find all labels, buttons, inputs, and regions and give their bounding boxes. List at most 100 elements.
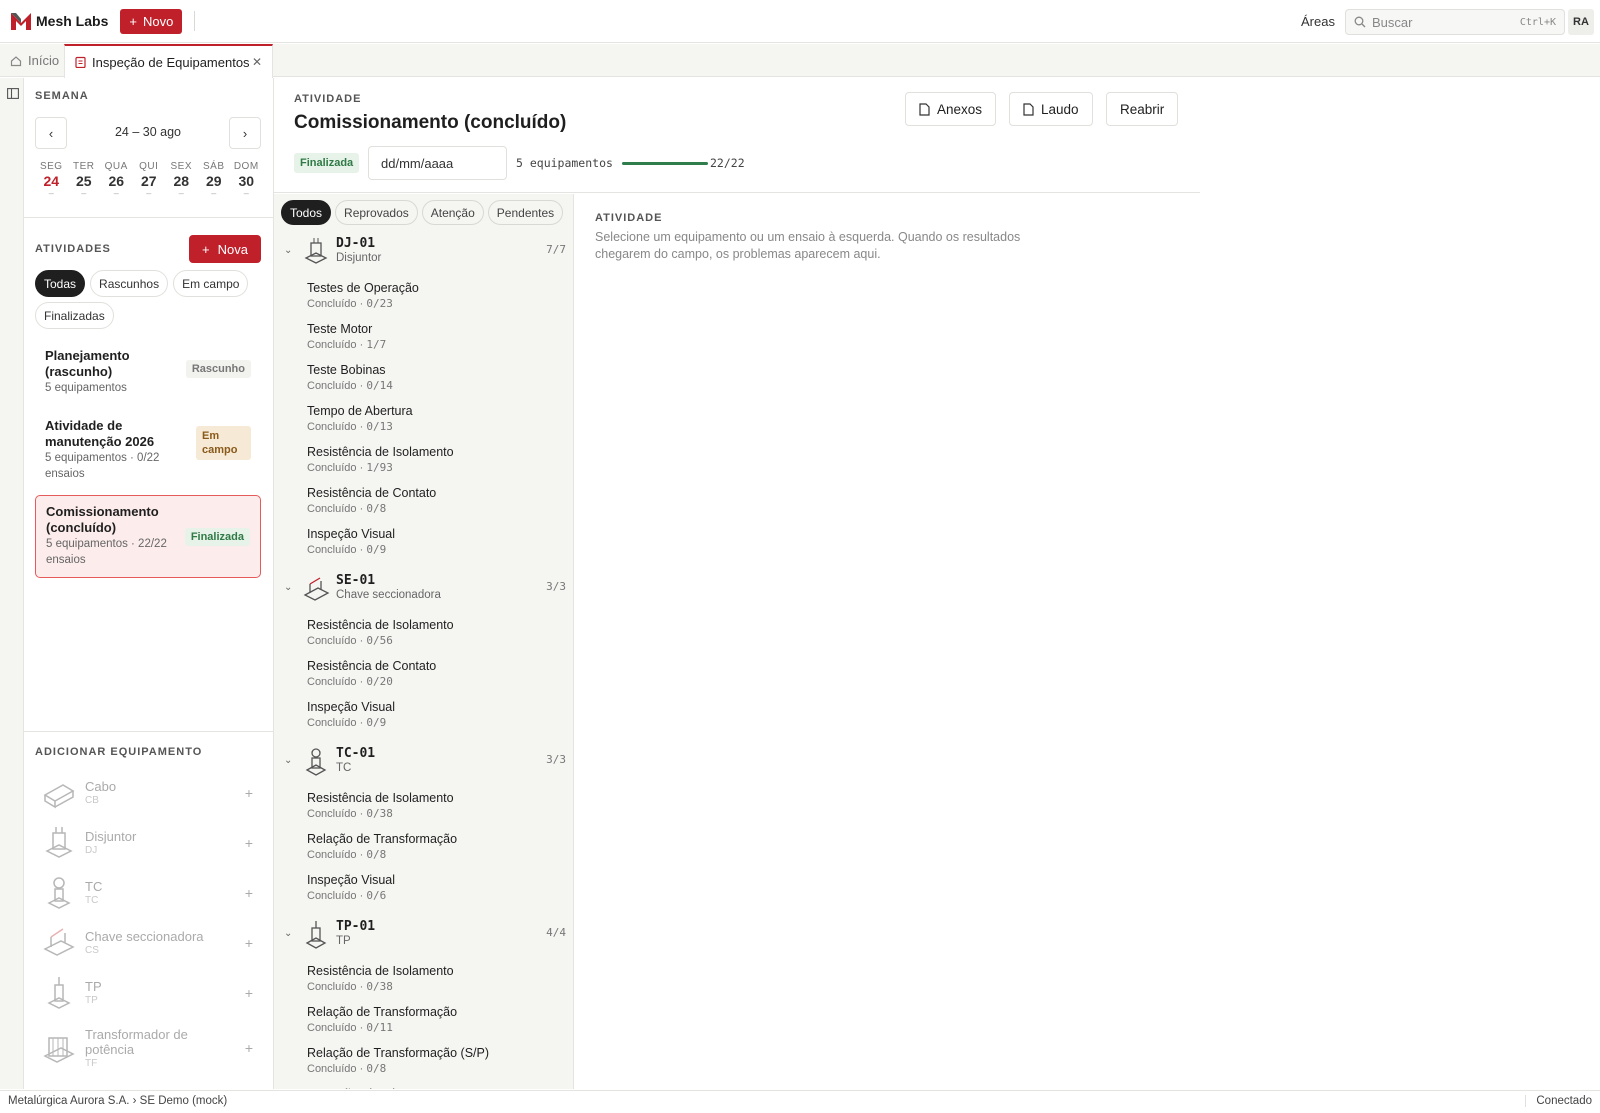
plus-icon[interactable]: + <box>245 785 253 801</box>
new-activity-button[interactable]: + Nova <box>189 235 261 263</box>
plus-icon[interactable]: + <box>245 1040 253 1056</box>
day-cell[interactable]: DOM 30– <box>230 161 263 198</box>
day-cell[interactable]: SEG 24– <box>35 161 68 198</box>
test-status: Concluído · 0/8 <box>307 502 387 515</box>
day-cell[interactable]: QUA 26– <box>100 161 133 198</box>
test-item[interactable]: Resistência de Isolamento Concluído · 0/3… <box>274 790 573 831</box>
search-input[interactable]: Buscar Ctrl+K <box>1345 9 1565 35</box>
areas-link[interactable]: Áreas <box>1301 14 1335 29</box>
activity-card[interactable]: Planejamento (rascunho) 5 equipamentos R… <box>35 340 261 404</box>
filter-rascunhos[interactable]: Rascunhos <box>90 270 169 297</box>
panel-toggle-icon[interactable] <box>7 88 19 99</box>
test-item[interactable]: Testes de Operação Concluído · 0/23 <box>274 280 573 321</box>
day-number: 27 <box>140 173 157 189</box>
filter-em-campo[interactable]: Em campo <box>173 270 249 297</box>
logo[interactable]: Mesh Labs <box>10 11 108 31</box>
next-week-button[interactable]: › <box>229 117 261 149</box>
close-icon[interactable]: ✕ <box>252 55 262 69</box>
day-marker: – <box>243 188 249 198</box>
test-item[interactable]: Resistência de Isolamento Concluído · 0/5… <box>274 617 573 658</box>
user-avatar[interactable]: RA <box>1568 9 1594 35</box>
test-item[interactable]: Inspeção Visual Concluído · 0/6 <box>274 872 573 913</box>
test-item[interactable]: Inspeção Visual Concluído · 0/9 <box>274 699 573 740</box>
filter-finalizadas[interactable]: Finalizadas <box>35 302 114 329</box>
test-name: Tempo de Abertura <box>307 404 413 418</box>
test-item[interactable]: Relação de Transformação (S/P) Concluído … <box>274 1045 573 1086</box>
day-cell[interactable]: TER 25– <box>68 161 101 198</box>
test-status-label: Concluído <box>307 1063 357 1075</box>
equipment-group-header[interactable]: ⌄ TP-01 TP 4/4 <box>274 919 573 963</box>
test-status: Concluído · 0/6 <box>307 889 387 902</box>
divider <box>24 731 274 732</box>
chevron-down-icon[interactable]: ⌄ <box>284 755 292 766</box>
new-button[interactable]: + Novo <box>120 8 183 34</box>
top-bar: Mesh Labs + Novo Áreas Buscar Ctrl+K RA <box>0 0 1600 43</box>
chevron-down-icon[interactable]: ⌄ <box>284 928 292 939</box>
day-marker: – <box>178 188 184 198</box>
filter-reprovados[interactable]: Reprovados <box>335 200 418 225</box>
test-item[interactable]: Relação de Transformação Concluído · 0/11 <box>274 1004 573 1045</box>
test-item[interactable]: Relação de Transformação Concluído · 0/8 <box>274 831 573 872</box>
test-item[interactable]: Inspeção Visual Concluído · 0/9 <box>274 526 573 567</box>
plus-icon[interactable]: + <box>245 935 253 951</box>
attachments-button[interactable]: Anexos <box>905 92 997 126</box>
equipment-group-header[interactable]: ⌄ TC-01 TC 3/3 <box>274 746 573 790</box>
report-button[interactable]: Laudo <box>1009 92 1093 126</box>
test-item[interactable]: Resistência de Contato Concluído · 0/8 <box>274 485 573 526</box>
test-item[interactable]: Tempo de Abertura Concluído · 0/13 <box>274 403 573 444</box>
current-transformer-icon <box>47 876 71 909</box>
test-name: Relação de Transformação (S/P) <box>307 1046 490 1060</box>
equipment-icon <box>305 748 327 776</box>
test-name: Teste Bobinas <box>307 363 386 377</box>
chevron-down-icon[interactable]: ⌄ <box>284 582 292 593</box>
day-name: QUI <box>139 161 159 172</box>
test-item[interactable]: Teste Bobinas Concluído · 0/14 <box>274 362 573 403</box>
plus-icon[interactable]: + <box>245 985 253 1001</box>
attachments-label: Anexos <box>937 101 983 117</box>
day-cell[interactable]: QUI 27– <box>133 161 166 198</box>
day-marker: – <box>48 188 54 198</box>
test-name: Resistência de Isolamento <box>307 791 454 805</box>
status-badge: Em campo <box>196 426 251 460</box>
tab-home[interactable]: Início <box>10 44 59 77</box>
add-equipment-item[interactable]: TP TP + <box>35 970 261 1015</box>
filter-todos[interactable]: Todos <box>281 200 332 225</box>
activity-subtitle: 5 equipamentos · 0/22 ensaios <box>45 452 160 480</box>
test-item[interactable]: Resistência de Isolamento Concluído · 0/3… <box>274 963 573 1004</box>
test-item[interactable]: Resistência de Contato Concluído · 0/20 <box>274 658 573 699</box>
filter-pendentes[interactable]: Pendentes <box>487 200 564 225</box>
add-equipment-item[interactable]: Disjuntor DJ + <box>35 820 261 865</box>
reopen-button[interactable]: Reabrir <box>1106 92 1179 126</box>
test-status: Concluído · 0/38 <box>307 807 393 820</box>
day-name: TER <box>73 161 95 172</box>
activity-card[interactable]: Atividade de manutenção 2026 5 equipamen… <box>35 410 261 490</box>
day-cell[interactable]: SÁB 29– <box>198 161 231 198</box>
tab-inspection[interactable]: Inspeção de Equipamentos ✕ <box>64 44 273 78</box>
activity-title: Atividade de manutenção 2026 <box>45 418 155 449</box>
equipment-group-header[interactable]: ⌄ SE-01 Chave seccionadora 3/3 <box>274 573 573 617</box>
day-marker: – <box>81 188 87 198</box>
test-item[interactable]: Inspeção VisualConcluído <box>274 1086 573 1089</box>
day-cell[interactable]: SEX 28– <box>165 161 198 198</box>
detail-message: Selecione um equipamento ou um ensaio à … <box>595 230 1021 261</box>
filter-atencao[interactable]: Atenção <box>421 200 484 225</box>
add-equipment-item[interactable]: Cabo CB + <box>35 770 261 815</box>
add-equipment-item[interactable]: Chave seccionadora CS + <box>35 920 261 965</box>
test-status: Concluído · 1/93 <box>307 461 393 474</box>
filter-todas[interactable]: Todas <box>35 270 86 297</box>
week-days: SEG 24– TER 25– QUA 26– QUI 27– SEX 28– SÁB 29… <box>35 161 265 198</box>
equipment-group-header[interactable]: ⌄ DJ-01 Disjuntor 7/7 <box>274 236 573 280</box>
test-result: 0/8 <box>366 848 387 861</box>
equipment-name: TC <box>85 878 103 894</box>
plus-icon[interactable]: + <box>245 885 253 901</box>
test-item[interactable]: Teste Motor Concluído · 1/7 <box>274 321 573 362</box>
date-input[interactable]: dd/mm/aaaa <box>368 146 507 180</box>
chevron-down-icon[interactable]: ⌄ <box>284 245 292 256</box>
add-equipment-item[interactable]: TC TC + <box>35 870 261 915</box>
plus-icon[interactable]: + <box>245 835 253 851</box>
add-equipment-item[interactable]: Transformador de potência TF + <box>35 1020 261 1076</box>
test-item[interactable]: Resistência de Isolamento Concluído · 1/9… <box>274 444 573 485</box>
progress-bar <box>622 162 708 165</box>
test-name: Resistência de Isolamento <box>307 618 454 632</box>
activity-card-selected[interactable]: Comissionamento (concluído) 5 equipament… <box>35 495 261 578</box>
